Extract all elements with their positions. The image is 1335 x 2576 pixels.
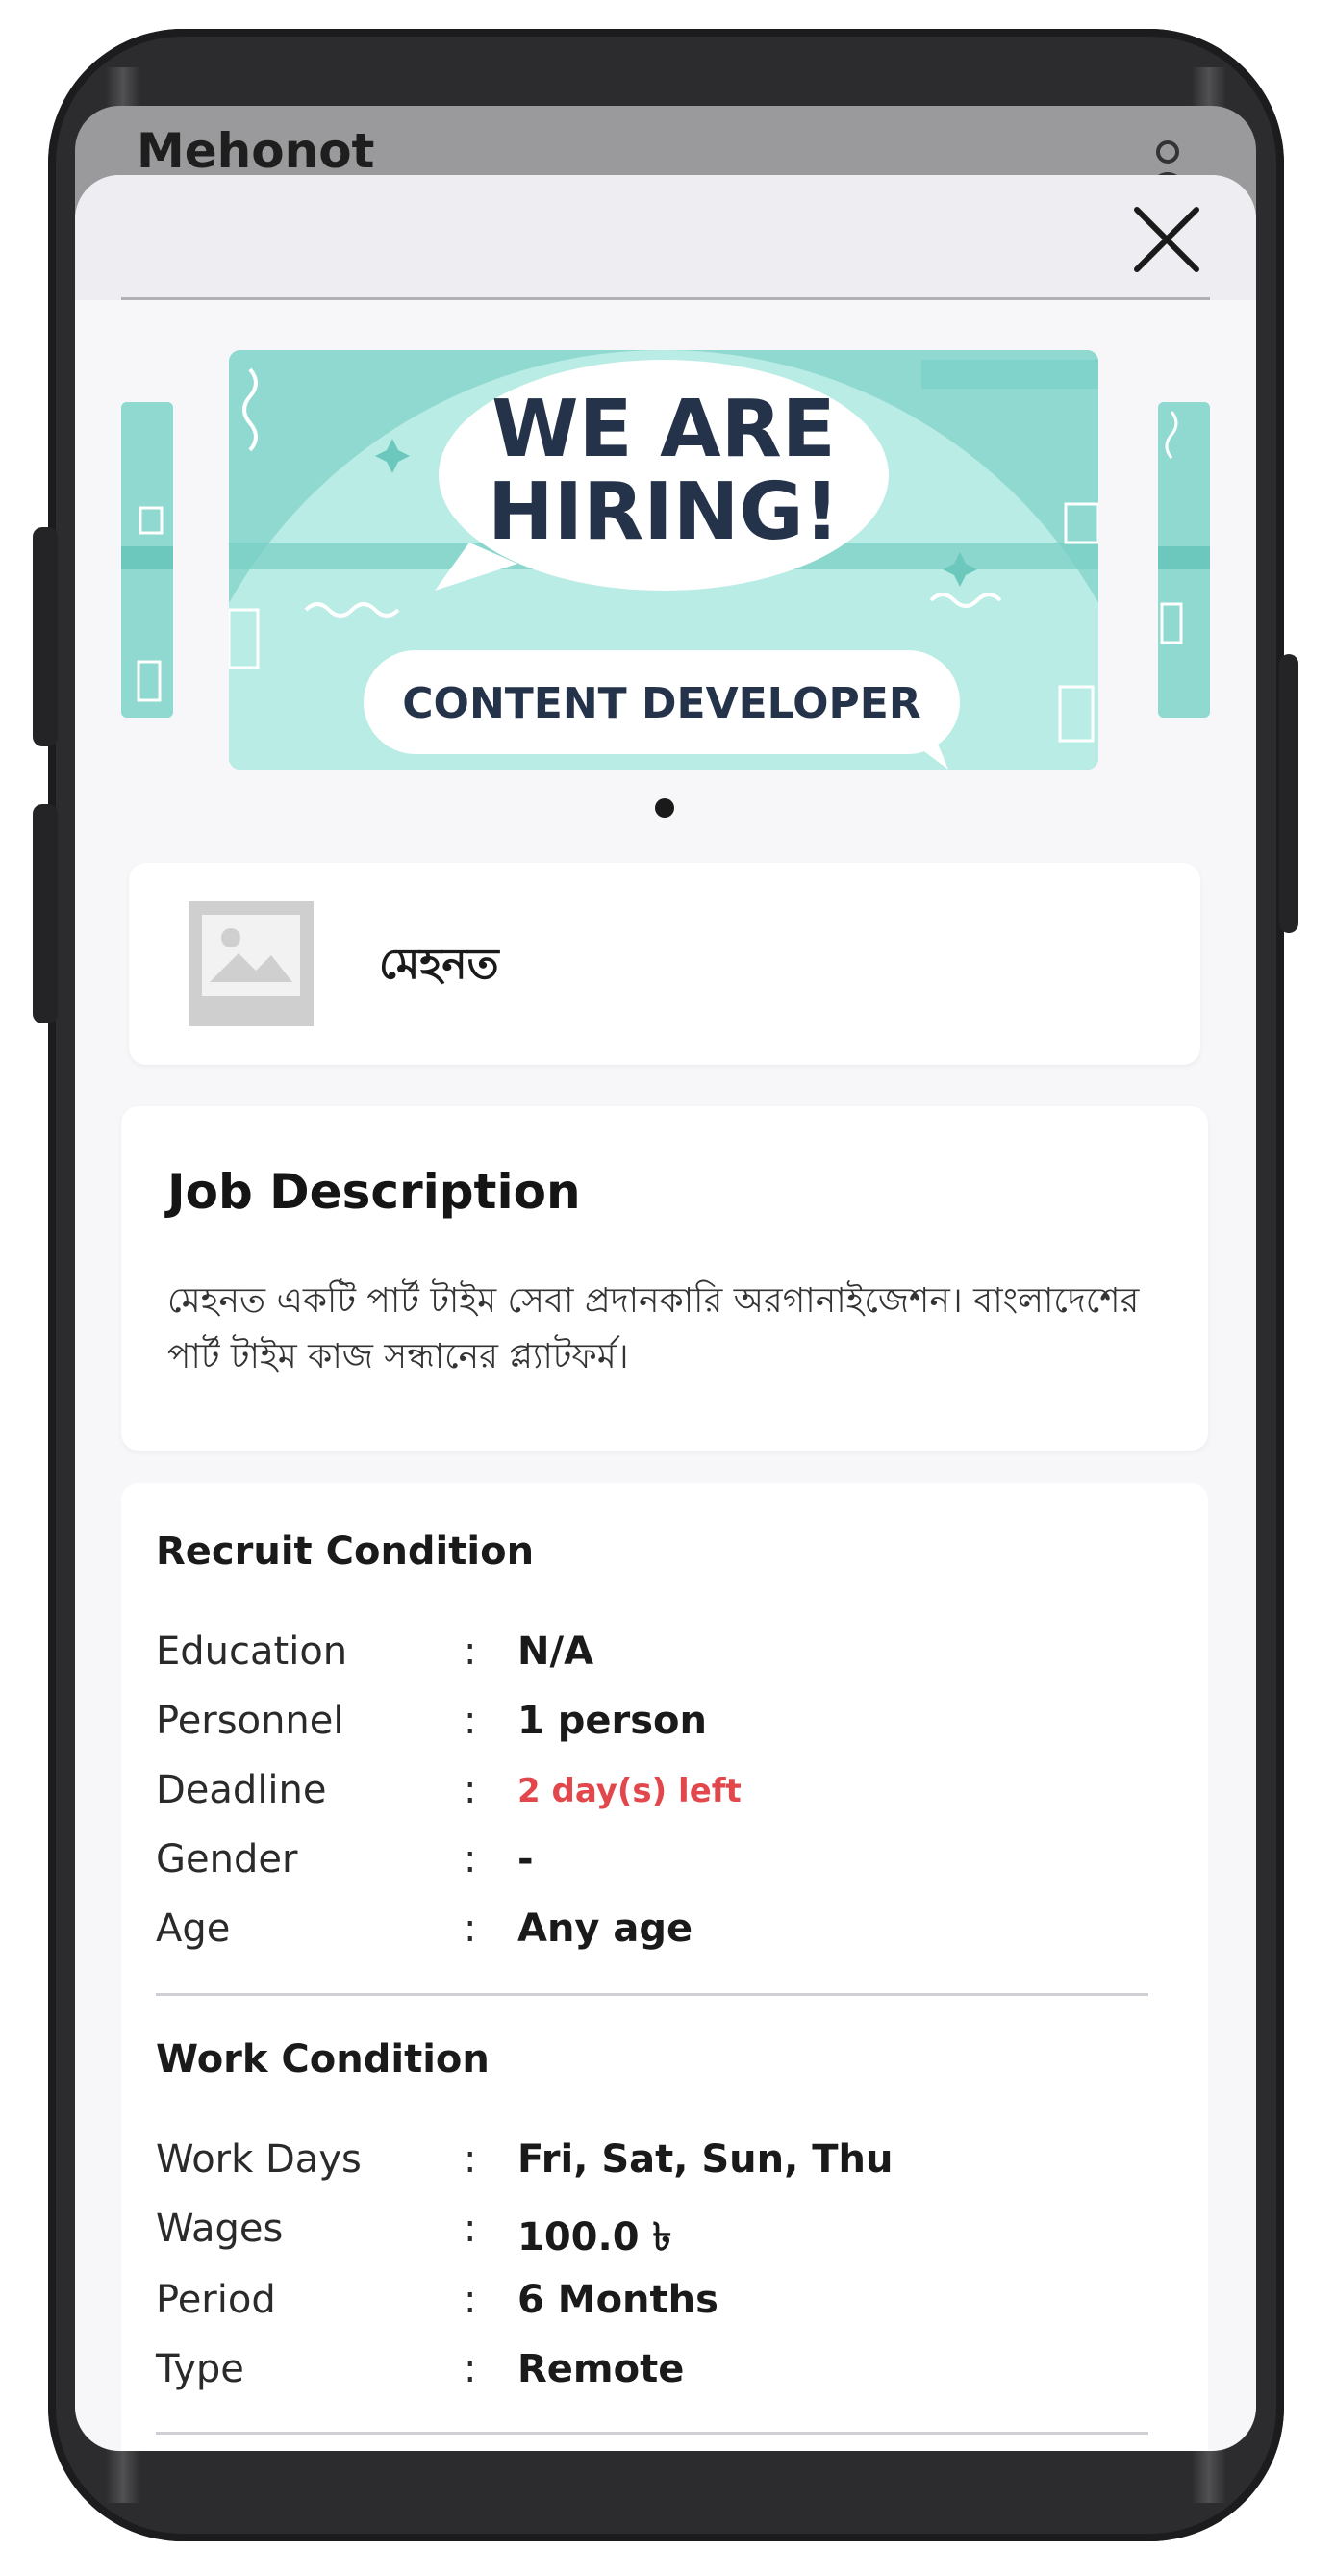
row-value: N/A bbox=[517, 1629, 594, 1674]
carousel-slide-previous[interactable] bbox=[121, 402, 173, 718]
work-row-period: Period : 6 Months bbox=[156, 2278, 1156, 2339]
carousel-slide-hiring-banner[interactable]: WE ARE HIRING! CONTENT DEVELOPER bbox=[229, 350, 1098, 770]
work-condition-title: Work Condition bbox=[156, 2037, 490, 2082]
deadline-value: 2 day(s) left bbox=[517, 1772, 742, 1810]
job-description-card: Job Description মেহনত একটি পার্ট টাইম সে… bbox=[121, 1106, 1208, 1451]
phone-screen: Mehonot WE ARE HIRING! CONTENT DEVELOPER… bbox=[75, 106, 1256, 2451]
section-divider bbox=[156, 1993, 1148, 1996]
work-row-days: Work Days : Fri, Sat, Sun, Thu bbox=[156, 2137, 1156, 2199]
recruit-row-age: Age : Any age bbox=[156, 1907, 1156, 1968]
company-name: মেহনত bbox=[379, 940, 499, 989]
row-value: Fri, Sat, Sun, Thu bbox=[517, 2137, 894, 2182]
section-divider-bottom bbox=[156, 2432, 1148, 2435]
job-detail-modal: WE ARE HIRING! CONTENT DEVELOPER মেহনত J… bbox=[75, 175, 1256, 2451]
row-separator: : bbox=[464, 1699, 477, 1743]
row-separator: : bbox=[464, 2137, 477, 2182]
close-icon[interactable] bbox=[1123, 196, 1210, 283]
header-divider bbox=[121, 297, 1210, 300]
row-separator: : bbox=[464, 2207, 477, 2251]
banner-headline-2: HIRING! bbox=[487, 467, 841, 558]
row-label: Deadline bbox=[156, 1768, 327, 1812]
row-label: Personnel bbox=[156, 1699, 344, 1743]
image-placeholder-icon bbox=[189, 901, 314, 1026]
row-label: Type bbox=[156, 2347, 244, 2391]
banner-headline-1: WE ARE bbox=[491, 384, 836, 475]
row-value: Any age bbox=[517, 1907, 693, 1951]
recruit-row-deadline: Deadline : 2 day(s) left bbox=[156, 1768, 1156, 1830]
job-description-title: Job Description bbox=[167, 1164, 581, 1220]
row-label: Education bbox=[156, 1629, 348, 1674]
row-separator: : bbox=[464, 1629, 477, 1674]
work-row-type: Type : Remote bbox=[156, 2347, 1156, 2409]
job-description-text: মেহনত একটি পার্ট টাইম সেবা প্রদানকারি অর… bbox=[167, 1281, 1140, 1376]
phone-volume-down-button bbox=[33, 804, 58, 1023]
row-separator: : bbox=[464, 1837, 477, 1881]
row-value: 6 Months bbox=[517, 2278, 718, 2322]
row-value: Remote bbox=[517, 2347, 685, 2391]
app-title: Mehonot bbox=[137, 123, 375, 179]
modal-header bbox=[75, 175, 1256, 300]
row-label: Gender bbox=[156, 1837, 298, 1881]
row-label: Age bbox=[156, 1907, 231, 1951]
row-value: 100.0 ৳ bbox=[517, 2215, 672, 2260]
row-value: - bbox=[517, 1837, 534, 1881]
row-label: Wages bbox=[156, 2207, 284, 2251]
row-value: 1 person bbox=[517, 1699, 708, 1743]
phone-volume-up-button bbox=[33, 527, 58, 746]
image-carousel[interactable]: WE ARE HIRING! CONTENT DEVELOPER bbox=[75, 350, 1256, 818]
row-label: Work Days bbox=[156, 2137, 362, 2182]
carousel-slide-next[interactable] bbox=[1158, 402, 1210, 718]
row-separator: : bbox=[464, 1907, 477, 1951]
recruit-row-personnel: Personnel : 1 person bbox=[156, 1699, 1156, 1760]
conditions-card: Recruit Condition Education : N/A Person… bbox=[121, 1483, 1208, 2451]
recruit-row-education: Education : N/A bbox=[156, 1629, 1156, 1691]
row-separator: : bbox=[464, 1768, 477, 1812]
row-label: Period bbox=[156, 2278, 276, 2322]
phone-power-button bbox=[1279, 654, 1298, 933]
recruit-row-gender: Gender : - bbox=[156, 1837, 1156, 1899]
row-separator: : bbox=[464, 2278, 477, 2322]
work-row-wages: Wages : 100.0 ৳ bbox=[156, 2207, 1156, 2268]
banner-role: CONTENT DEVELOPER bbox=[402, 679, 921, 728]
row-separator: : bbox=[464, 2347, 477, 2391]
company-card[interactable]: মেহনত bbox=[129, 863, 1200, 1065]
carousel-dot-active[interactable] bbox=[655, 798, 674, 818]
recruit-condition-title: Recruit Condition bbox=[156, 1529, 535, 1574]
